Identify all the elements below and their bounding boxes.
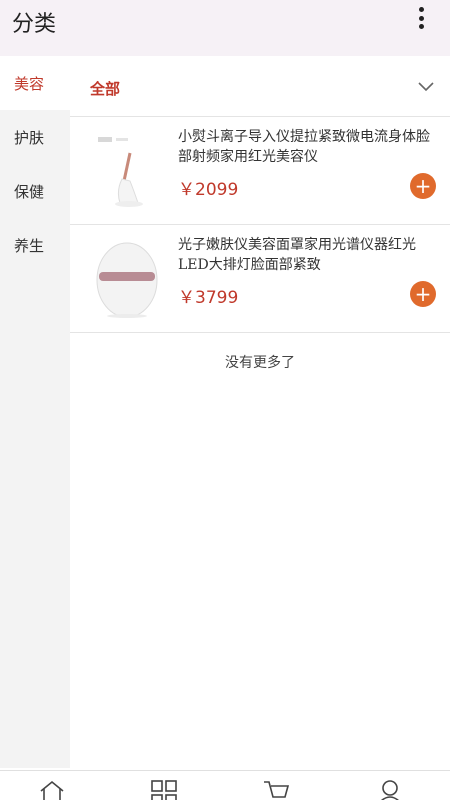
product-price: ￥2099 [178,180,239,200]
menu-dot [418,7,424,12]
product-name[interactable]: 光子嫩肤仪美容面罩家用光谱仪器红光LED大排灯脸面部紧致 [178,235,440,275]
product-card[interactable]: 小熨斗离子导入仪提拉紧致微电流身体脸部射频家用红光美容仪 ￥2099 + [70,116,450,224]
list-end-message: 没有更多了 [225,355,295,371]
page-title: 分类 [12,12,57,37]
sidebar-item-label: 美容 [14,74,45,93]
menu-dot [418,24,424,29]
sidebar-item-skincare[interactable]: 护肤 [0,110,70,164]
add-to-cart-button[interactable]: + [410,173,436,199]
product-name[interactable]: 小熨斗离子导入仪提拉紧致微电流身体脸部射频家用红光美容仪 [178,127,440,167]
sidebar-item-beauty[interactable]: 美容 [0,56,70,110]
bottom-navigation [0,770,450,800]
category-filter[interactable]: 全部 [70,56,450,116]
product-list-panel: 全部 小熨斗离子导入仪提拉紧致微电流身体脸部射频家用红光美容仪 ￥2099 + [70,56,450,768]
top-bar: 分类 [0,0,450,56]
home-icon[interactable] [38,779,66,800]
sidebar-item-label: 保健 [14,182,45,201]
led-mask-image [96,242,158,318]
sidebar-item-health[interactable]: 保健 [0,164,70,218]
plus-icon: + [414,174,432,198]
category-sidebar: 美容 护肤 保健 养生 [0,56,70,768]
category-filter-label: 全部 [90,80,121,98]
cart-icon[interactable] [262,779,290,800]
chevron-down-icon[interactable] [418,78,434,94]
plus-icon: + [414,282,432,306]
product-price: ￥3799 [178,288,239,308]
menu-dot [418,15,424,21]
product-image[interactable] [84,127,170,215]
list-divider [70,332,450,333]
user-icon[interactable] [376,779,404,800]
sidebar-item-label: 养生 [14,236,45,255]
beauty-device-image [98,137,143,207]
add-to-cart-button[interactable]: + [410,281,436,307]
product-card[interactable]: 光子嫩肤仪美容面罩家用光谱仪器红光LED大排灯脸面部紧致 ￥3799 + [70,224,450,332]
sidebar-item-label: 护肤 [14,128,45,147]
more-vertical-icon[interactable] [412,4,430,32]
product-image[interactable] [84,235,170,323]
sidebar-item-wellness[interactable]: 养生 [0,218,70,272]
category-grid-icon[interactable] [150,779,178,800]
